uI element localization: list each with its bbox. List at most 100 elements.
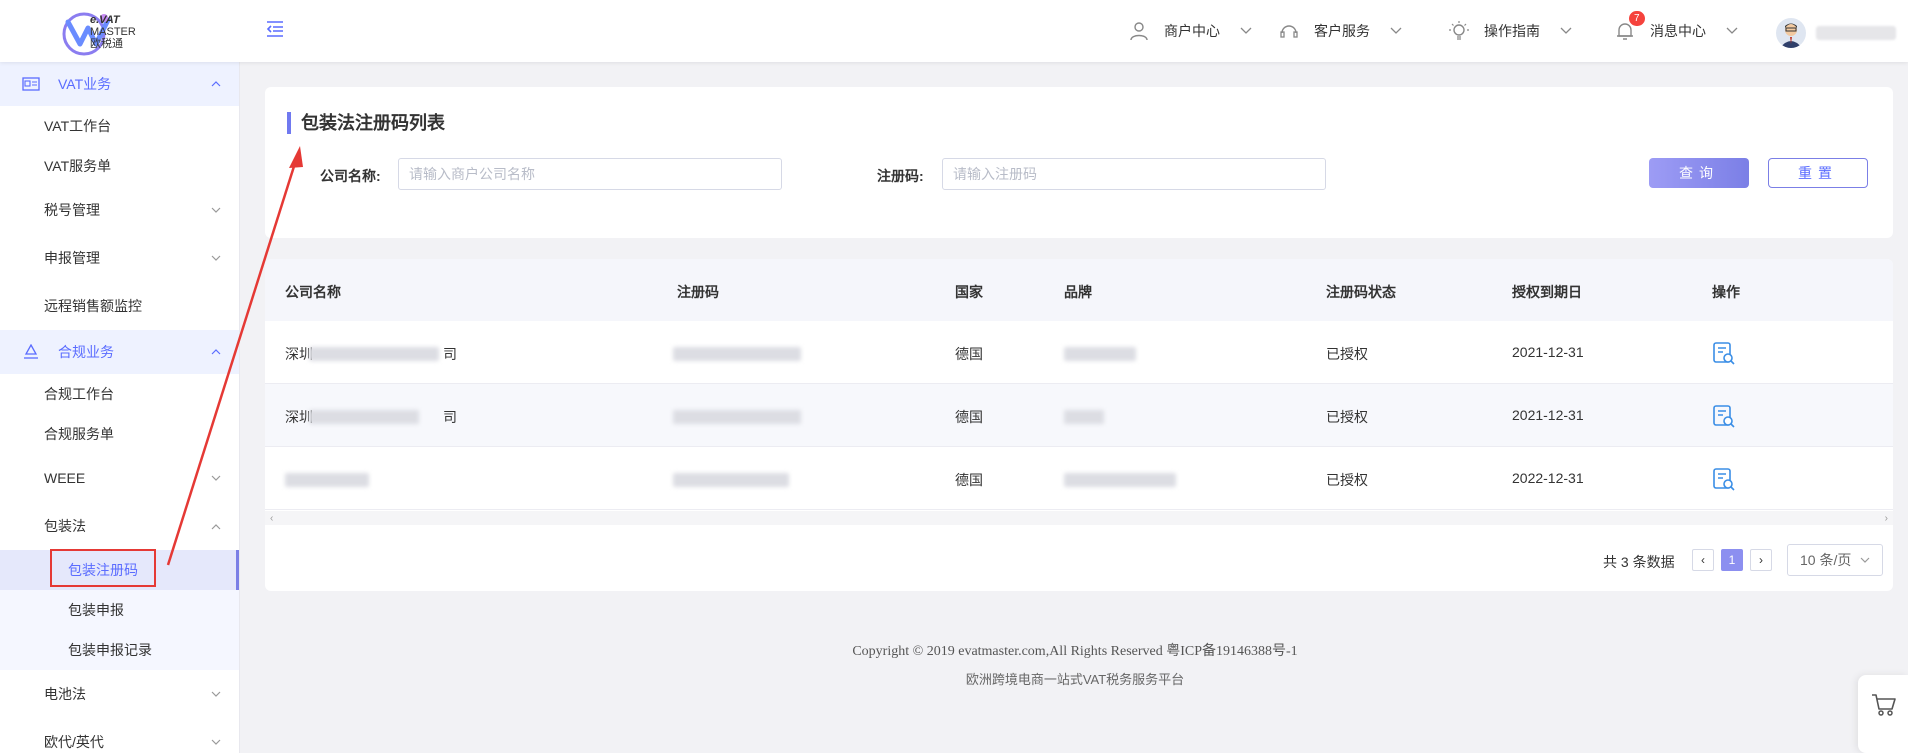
- chevron-down-icon: [211, 255, 221, 261]
- sidebar-item-tax-number[interactable]: 税号管理: [0, 186, 239, 234]
- registration-code-label: 注册码:: [877, 168, 924, 184]
- nav-operation-guide[interactable]: 操作指南: [1448, 18, 1572, 44]
- recycle-icon: [24, 344, 38, 359]
- company-name-input[interactable]: [398, 158, 782, 190]
- sidebar-item-label: 包装申报: [68, 602, 124, 618]
- sidebar-item-vat-service-order[interactable]: VAT服务单: [0, 146, 239, 186]
- column-header: 品牌: [1064, 284, 1092, 300]
- table-row: 深圳 司 德国 已授权 2021-12-31: [265, 384, 1893, 447]
- sidebar-group-compliance[interactable]: 合规业务: [0, 330, 239, 374]
- prev-page-button[interactable]: ‹: [1692, 549, 1714, 571]
- nav-message-center-label: 消息中心: [1650, 23, 1706, 39]
- username-redacted[interactable]: [1816, 26, 1896, 40]
- sidebar-item-label: 税号管理: [44, 202, 100, 218]
- sidebar-item-vat-workbench[interactable]: VAT工作台: [0, 106, 239, 146]
- page-size-select[interactable]: 10 条/页: [1787, 544, 1883, 576]
- status-cell: 已授权: [1326, 409, 1368, 425]
- pagination-total: 共 3 条数据: [1603, 554, 1675, 570]
- menu-collapse-icon[interactable]: [264, 18, 286, 40]
- column-header: 注册码状态: [1326, 284, 1396, 300]
- view-detail-icon[interactable]: [1712, 403, 1736, 429]
- sidebar-group-compliance-label: 合规业务: [58, 344, 114, 360]
- logo-text: e.VAT MASTER 欧税通: [90, 14, 136, 50]
- nav-customer-service-label: 客户服务: [1314, 23, 1370, 39]
- brand-cell-redacted: [1064, 473, 1176, 487]
- avatar[interactable]: [1776, 18, 1806, 48]
- sidebar-item-declaration[interactable]: 申报管理: [0, 234, 239, 282]
- company-cell-redacted: [309, 347, 439, 361]
- footer-slogan: 欧洲跨境电商一站式VAT税务服务平台: [965, 672, 1185, 687]
- logo-line-1: e.VAT: [90, 14, 120, 26]
- sidebar-item-label: WEEE: [44, 470, 86, 486]
- nav-customer-service[interactable]: 客户服务: [1278, 18, 1402, 44]
- lightbulb-icon: [1449, 21, 1469, 40]
- top-header: e.VAT MASTER 欧税通 商户中心 客户服务 操作指南 消息中心 7: [0, 0, 1908, 62]
- headset-icon: [1280, 25, 1298, 38]
- page-number-button[interactable]: 1: [1721, 549, 1743, 571]
- sidebar-item-label: 欧代/英代: [44, 734, 104, 750]
- chevron-down-icon: [1240, 27, 1252, 34]
- chevron-down-icon: [1560, 27, 1572, 34]
- sidebar-item-eu-uk-rep[interactable]: 欧代/英代: [0, 718, 239, 753]
- sidebar-item-remote-sales[interactable]: 远程销售额监控: [0, 282, 239, 330]
- company-cell-suffix: 司: [443, 409, 457, 425]
- scroll-left-icon[interactable]: ‹: [270, 513, 273, 524]
- view-detail-icon[interactable]: [1712, 466, 1736, 492]
- column-header: 公司名称: [285, 284, 341, 300]
- table-header: 公司名称 注册码 国家 品牌 注册码状态 授权到期日 操作: [265, 259, 1893, 321]
- query-button[interactable]: 查询: [1649, 158, 1749, 188]
- country-cell: 德国: [955, 409, 983, 425]
- column-header: 国家: [955, 284, 983, 300]
- chevron-down-icon: [211, 207, 221, 213]
- scroll-right-icon[interactable]: ›: [1885, 513, 1888, 524]
- sidebar-item-label: 申报管理: [44, 250, 100, 266]
- table-row: 德国 已授权 2022-12-31: [265, 447, 1893, 510]
- page-size-value: 10 条/页: [1800, 552, 1852, 568]
- sidebar-item-compliance-service-order[interactable]: 合规服务单: [0, 414, 239, 454]
- sidebar-group-vat[interactable]: VAT业务: [0, 62, 239, 106]
- reset-button[interactable]: 重置: [1768, 158, 1868, 188]
- column-header: 授权到期日: [1512, 284, 1582, 300]
- chevron-down-icon: [211, 691, 221, 697]
- cart-widget[interactable]: [1858, 675, 1908, 753]
- shopping-cart-icon: [1872, 694, 1896, 716]
- sidebar-item-packaging-declaration[interactable]: 包装申报: [0, 590, 239, 630]
- next-page-button[interactable]: ›: [1750, 549, 1772, 571]
- sidebar-item-compliance-workbench[interactable]: 合规工作台: [0, 374, 239, 414]
- sidebar-item-label: VAT工作台: [44, 118, 112, 134]
- chevron-up-icon: [211, 524, 221, 530]
- sidebar-item-packaging-law[interactable]: 包装法: [0, 502, 239, 550]
- company-cell-suffix: 司: [443, 346, 457, 362]
- view-detail-icon[interactable]: [1712, 340, 1736, 366]
- brand-cell-redacted: [1064, 410, 1104, 424]
- sidebar-item-weee[interactable]: WEEE: [0, 454, 239, 502]
- nav-merchant-center[interactable]: 商户中心: [1128, 18, 1252, 44]
- chevron-down-icon: [1860, 557, 1870, 563]
- sidebar-item-label: 合规服务单: [44, 426, 114, 442]
- footer-copyright: Copyright © 2019 evatmaster.com,All Righ…: [852, 644, 1298, 659]
- company-name-label: 公司名称:: [320, 168, 381, 184]
- registration-code-redacted: [673, 473, 789, 487]
- expiry-cell: 2022-12-31: [1512, 470, 1584, 486]
- horizontal-scrollbar[interactable]: ‹ ›: [265, 511, 1893, 525]
- message-count-badge: 7: [1629, 11, 1645, 26]
- country-cell: 德国: [955, 472, 983, 488]
- chevron-down-icon: [1390, 27, 1402, 34]
- user-avatar-icon: [1780, 23, 1802, 48]
- sidebar-item-label: 包装注册码: [68, 562, 138, 578]
- nav-operation-guide-label: 操作指南: [1484, 23, 1540, 39]
- sidebar-item-packaging-registration[interactable]: 包装注册码: [0, 550, 239, 590]
- logo-line-2: MASTER: [90, 26, 136, 38]
- registration-code-input[interactable]: [942, 158, 1326, 190]
- chevron-up-icon: [211, 349, 221, 355]
- column-header: 操作: [1712, 284, 1740, 300]
- expiry-cell: 2021-12-31: [1512, 344, 1584, 360]
- chevron-down-icon: [211, 739, 221, 745]
- registration-code-redacted: [673, 410, 801, 424]
- sidebar-item-label: 合规工作台: [44, 386, 114, 402]
- status-cell: 已授权: [1326, 472, 1368, 488]
- search-panel: 包装法注册码列表 公司名称: 注册码: 查询 重置: [265, 87, 1893, 238]
- nav-merchant-center-label: 商户中心: [1164, 23, 1220, 39]
- sidebar-item-label: 远程销售额监控: [44, 298, 142, 314]
- user-icon: [1130, 22, 1148, 41]
